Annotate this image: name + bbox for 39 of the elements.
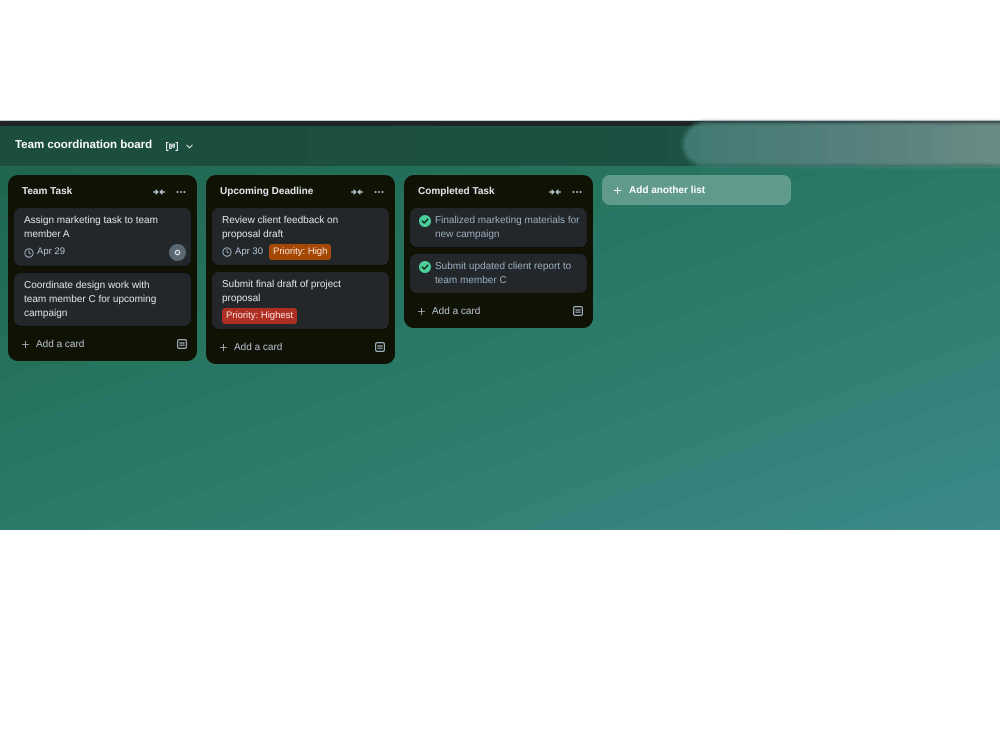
task-card[interactable]: Finalized marketing materials for new campaign [410,208,587,247]
collapse-icon[interactable] [153,188,165,196]
task-card[interactable]: Submit final draft of project proposal Priority: Highest [212,272,389,329]
board-title[interactable]: Team coordination board [15,137,152,155]
card-template-icon[interactable] [573,306,583,316]
board-view-icon[interactable] [166,142,178,150]
add-card-button[interactable]: Add a card [212,335,375,359]
collapse-icon[interactable] [549,188,561,196]
collapse-icon[interactable] [351,188,363,196]
card-template-icon[interactable] [375,342,385,352]
clock-icon [222,247,232,257]
due-date: Apr 30 [235,244,263,259]
plus-icon [612,184,623,196]
card-title: Assign marketing task to team member A [24,214,159,242]
card-title: Submit final draft of project proposal [222,278,342,306]
list-title[interactable]: Upcoming Deadline [220,184,351,199]
avatar-icon[interactable] [169,244,186,261]
plus-icon [20,338,31,350]
card-title: Finalized marketing materials for new campaign [435,214,580,242]
priority-label: Priority: Highest [222,308,298,324]
task-card[interactable]: Submit updated client report to team member C [410,254,587,293]
card-title: Review client feedback on proposal draft [222,214,340,242]
list-title[interactable]: Team Task [22,184,153,199]
task-card[interactable]: Review client feedback on proposal draft Apr 30 Priority: High [212,208,389,265]
check-circle-icon[interactable] [419,261,431,273]
task-card[interactable]: Assign marketing task to team member A Apr 29 [14,208,191,266]
plus-icon [416,306,427,316]
clock-icon [24,248,34,258]
card-template-icon[interactable] [177,339,187,349]
plus-icon [218,342,229,352]
card-title: Coordinate design work with team member C for upcoming campaign [24,279,158,321]
add-card-button[interactable]: Add a card [410,299,573,323]
priority-label: Priority: High [269,244,332,260]
add-card-button[interactable]: Add a card [14,332,177,356]
card-title: Submit updated client report to team member C [435,260,572,288]
check-circle-icon[interactable] [419,215,431,227]
list-title[interactable]: Completed Task [418,184,549,199]
task-card[interactable]: Coordinate design work with team member C for upcoming campaign [14,273,191,326]
due-date: Apr 29 [37,245,65,260]
